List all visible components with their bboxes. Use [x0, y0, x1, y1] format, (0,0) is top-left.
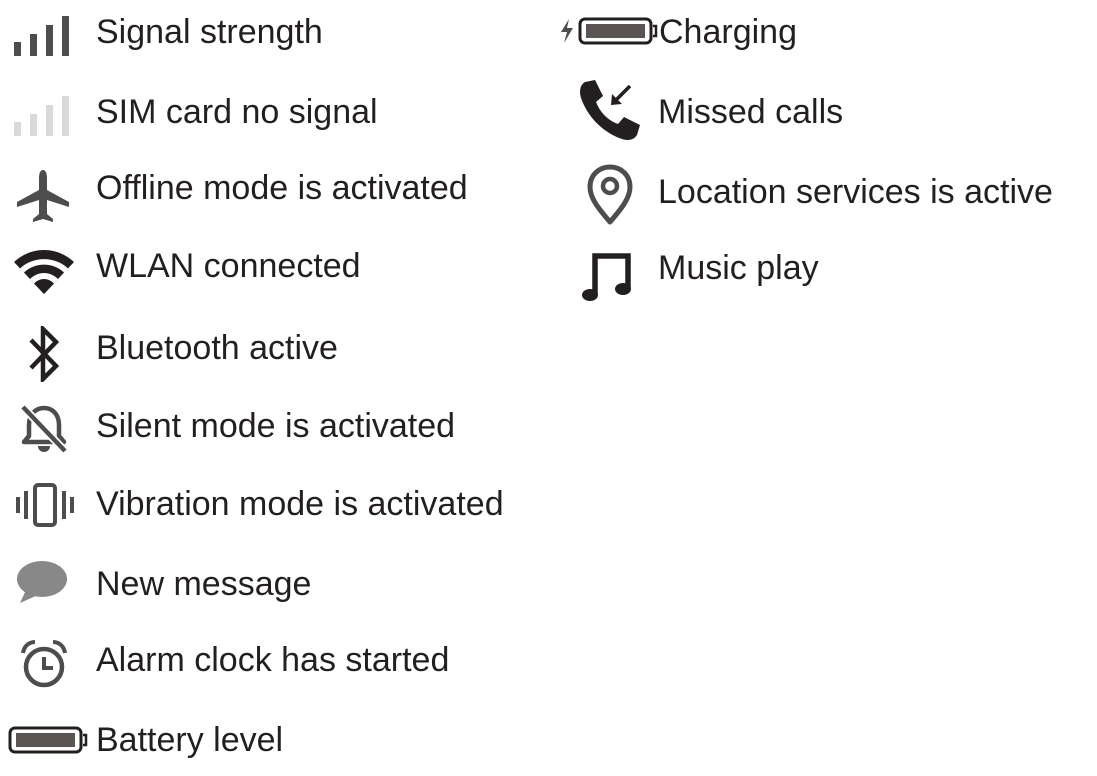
- legend-label: SIM card no signal: [96, 93, 378, 131]
- legend-label: Location services is active: [658, 173, 1053, 211]
- legend-label: Charging: [659, 13, 797, 51]
- legend-item-new-message: New message: [14, 556, 414, 616]
- bell-off-icon: [20, 404, 68, 454]
- legend-item-silent-mode: Silent mode is activated: [14, 402, 514, 462]
- airplane-icon: [16, 170, 70, 222]
- legend-item-wlan: WLAN connected: [14, 244, 414, 304]
- message-bubble-icon: [16, 560, 70, 604]
- legend-label: Missed calls: [658, 93, 844, 131]
- legend-label: Bluetooth active: [96, 329, 338, 367]
- music-note-icon: [582, 250, 634, 304]
- legend-item-battery-level: Battery level: [8, 716, 408, 776]
- legend-item-offline-mode: Offline mode is activated: [14, 166, 514, 226]
- legend-item-charging: Charging: [555, 8, 855, 68]
- legend-label: Signal strength: [96, 13, 323, 51]
- signal-strength-icon: [14, 16, 70, 58]
- legend-item-sim-no-signal: SIM card no signal: [14, 88, 434, 148]
- legend-label: Alarm clock has started: [96, 641, 450, 679]
- legend-label: Silent mode is activated: [96, 407, 456, 445]
- legend-label: Battery level: [96, 721, 284, 759]
- missed-call-icon: [578, 78, 642, 142]
- bluetooth-icon: [28, 326, 60, 382]
- wifi-icon: [14, 250, 74, 294]
- legend-label: Vibration mode is activated: [96, 485, 504, 523]
- legend-item-music-play: Music play: [578, 244, 878, 304]
- legend-item-signal-strength: Signal strength: [14, 8, 414, 68]
- location-pin-icon: [586, 164, 634, 226]
- legend-label: WLAN connected: [96, 247, 361, 285]
- vibration-icon: [14, 482, 76, 528]
- sim-no-signal-icon: [14, 96, 70, 138]
- legend-label: New message: [96, 565, 312, 603]
- legend-item-missed-calls: Missed calls: [578, 78, 898, 140]
- legend-item-alarm-clock: Alarm clock has started: [14, 636, 514, 696]
- battery-charging-icon: [555, 16, 659, 46]
- legend-label: Music play: [658, 249, 819, 287]
- legend-item-location-services: Location services is active: [578, 162, 1093, 225]
- legend-item-bluetooth: Bluetooth active: [14, 324, 414, 384]
- legend-item-vibration-mode: Vibration mode is activated: [14, 480, 574, 540]
- battery-icon: [8, 726, 88, 754]
- legend-label: Offline mode is activated: [96, 169, 468, 207]
- alarm-clock-icon: [20, 640, 68, 690]
